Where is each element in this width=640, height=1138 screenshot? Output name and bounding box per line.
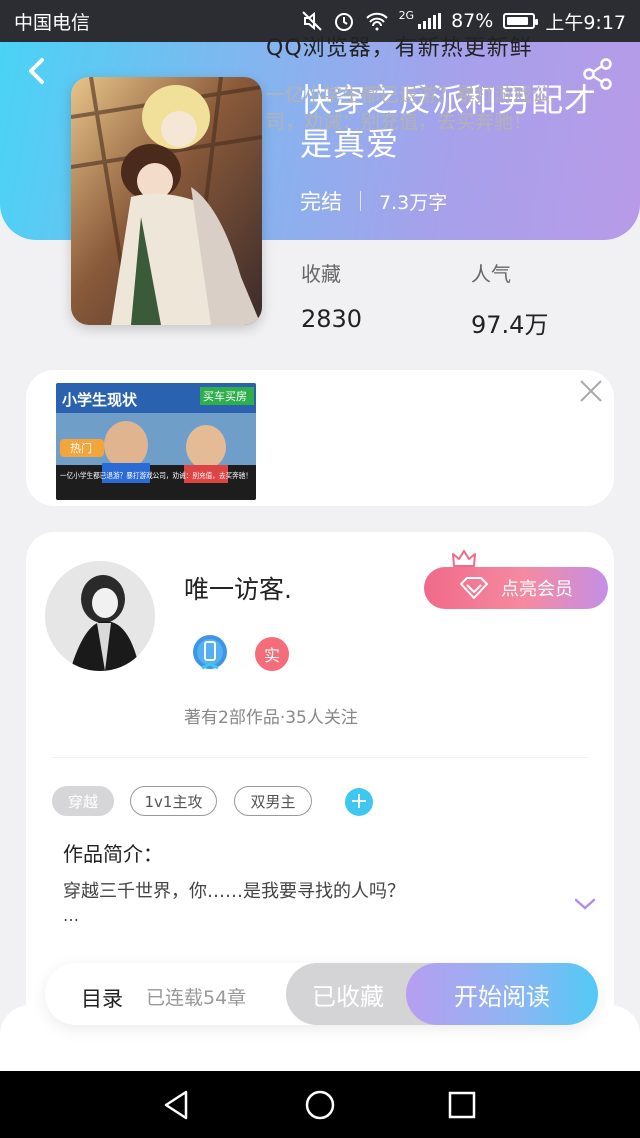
ad-card[interactable]: 小学生现状 买车买房 热门 一亿小学生都已退游？暴打游戏公司，劝诫：别充值，去买… (26, 370, 614, 506)
author-works-info: 著有2部作品·35人关注 (184, 708, 358, 728)
battery-fill (507, 17, 529, 25)
book-status: 完结 (300, 190, 342, 214)
status-time: 上午9:17 (545, 11, 626, 34)
tag-chip[interactable]: 穿越 (52, 786, 114, 816)
intro-text: 穿越三千世界，你……是我要寻找的人吗？ (63, 881, 405, 902)
ad-title[interactable]: QQ浏览器，有新热更新鲜 (266, 30, 533, 62)
meta-divider (360, 191, 361, 211)
network-type-label: 2G (398, 8, 415, 22)
mute-icon (301, 11, 322, 31)
chevron-down-icon[interactable] (572, 895, 598, 913)
intro-title: 作品简介： (63, 842, 163, 866)
avatar[interactable] (45, 561, 155, 671)
phone-badge-icon (193, 635, 227, 670)
battery-percent: 87% (451, 10, 494, 32)
book-cover[interactable] (71, 77, 262, 325)
ad-thumb-hot: 热门 (70, 441, 92, 455)
favorites-stat: 收藏 2830 (301, 258, 362, 333)
ad-thumb-headline: 小学生现状 (62, 391, 138, 409)
signal-icon (418, 13, 442, 29)
tag-chip[interactable]: 双男主 (234, 786, 312, 816)
book-cover-art (71, 77, 262, 325)
toc-button[interactable]: 目录 (81, 983, 123, 1013)
vip-button[interactable]: 点亮会员 (424, 567, 608, 609)
nav-recents-icon[interactable] (445, 1088, 479, 1122)
collected-button-label: 已收藏 (312, 982, 384, 1011)
tag-chip[interactable]: 1v1主攻 (130, 786, 217, 816)
ad-thumb-caption: 一亿小学生都已退游？暴打游戏公司，劝诫：别充值，去买奔驰！ (60, 471, 252, 480)
vip-button-label: 点亮会员 (501, 579, 573, 600)
diamond-icon (460, 577, 488, 599)
back-icon[interactable] (22, 56, 52, 86)
ad-thumb-tag: 买车买房 (203, 389, 247, 403)
close-icon[interactable] (576, 376, 606, 406)
wifi-icon (365, 12, 388, 31)
favorites-label: 收藏 (301, 262, 341, 286)
popularity-stat: 人气 97.4万 (471, 258, 548, 340)
battery-icon (503, 13, 539, 29)
nav-home-icon[interactable] (303, 1088, 337, 1122)
alarm-icon (334, 13, 353, 31)
start-reading-label: 开始阅读 (454, 982, 550, 1011)
popularity-value: 97.4万 (471, 311, 549, 339)
serial-chapters-label: 已连载54章 (146, 987, 247, 1009)
ad-thumbnail[interactable]: 小学生现状 买车买房 热门 一亿小学生都已退游？暴打游戏公司，劝诫：别充值，去买… (56, 383, 256, 500)
intro-ellipsis: … (63, 906, 79, 925)
nav-back-icon[interactable] (160, 1088, 194, 1122)
divider (52, 757, 588, 758)
book-word-count: 7.3万字 (379, 191, 448, 214)
real-name-badge: 实 (255, 637, 289, 671)
author-name[interactable]: 唯一访客. (184, 570, 292, 606)
popularity-label: 人气 (471, 262, 511, 286)
add-tag-button[interactable]: + (345, 788, 373, 816)
carrier-label: 中国电信 (14, 11, 91, 34)
start-reading-button[interactable]: 开始阅读 (406, 963, 598, 1025)
ad-description: 一亿小学生都已退游？暴打游戏公司，劝诫：别充值，去买奔驰！ (266, 84, 552, 133)
book-meta: 完结 7.3万字 (300, 186, 447, 216)
favorites-value: 2830 (301, 305, 363, 333)
